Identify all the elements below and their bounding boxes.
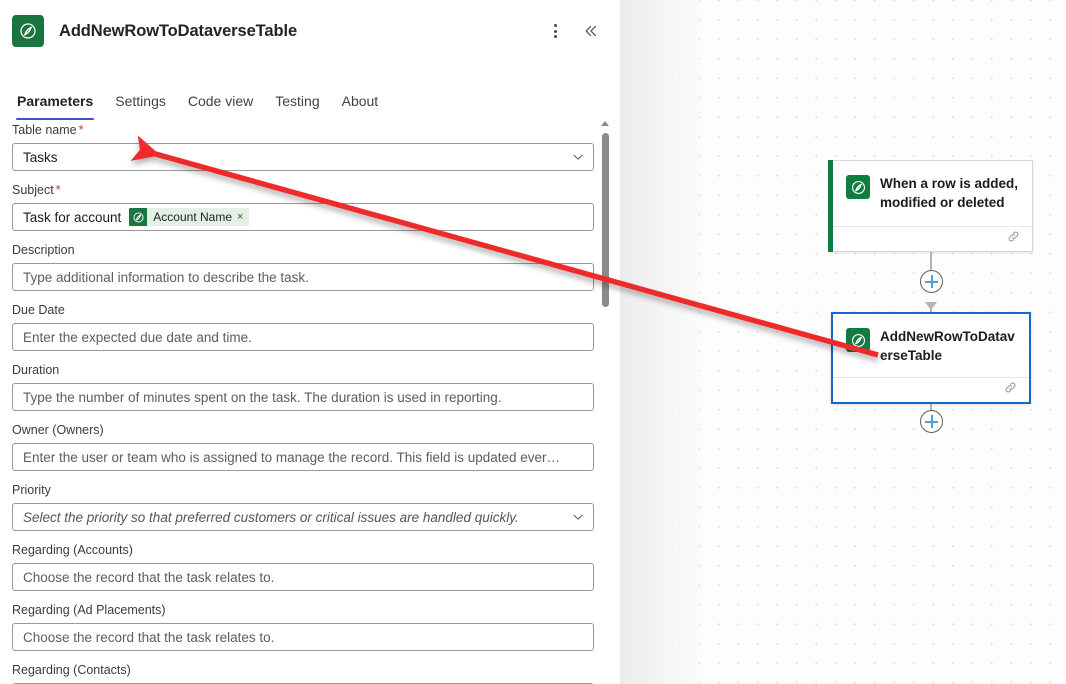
- node-body: When a row is added, modified or deleted: [833, 161, 1032, 226]
- panel-header: AddNewRowToDataverseTable: [0, 0, 620, 62]
- field-label: Description: [12, 243, 75, 257]
- dynamic-content-token[interactable]: Account Name ×: [129, 208, 250, 226]
- field-regarding-contacts: Regarding (Contacts): [12, 662, 594, 684]
- tab-code-view[interactable]: Code view: [177, 89, 264, 120]
- node-title: When a row is added, modified or deleted: [880, 176, 1019, 210]
- add-step-between-icon[interactable]: [920, 270, 943, 293]
- node-title: AddNewRowToDataverseTable: [880, 329, 1015, 363]
- flow-node-add-new-row[interactable]: AddNewRowToDataverseTable: [831, 312, 1031, 404]
- canvas-edge-shadow: [620, 0, 710, 684]
- subject-input[interactable]: Task for account Account Name ×: [12, 203, 594, 231]
- field-regarding-accounts: Regarding (Accounts) Choose the record t…: [12, 542, 594, 591]
- link-icon[interactable]: [1003, 380, 1018, 400]
- field-label: Priority: [12, 483, 51, 497]
- required-marker: *: [55, 183, 61, 197]
- scrollbar-thumb[interactable]: [601, 133, 609, 307]
- field-priority: Priority Select the priority so that pre…: [12, 482, 594, 531]
- regarding-ad-placements-input[interactable]: Choose the record that the task relates …: [12, 623, 594, 651]
- tab-testing[interactable]: Testing: [264, 89, 330, 120]
- field-label: Due Date: [12, 303, 65, 317]
- node-body: AddNewRowToDataverseTable: [833, 314, 1029, 377]
- field-table-name: Table name * Tasks: [12, 122, 594, 171]
- action-details-panel: AddNewRowToDataverseTable Parameters Set…: [0, 0, 620, 684]
- placeholder-text: Type additional information to describe …: [23, 269, 309, 285]
- field-due-date: Due Date Enter the expected due date and…: [12, 302, 594, 351]
- placeholder-text: Choose the record that the task relates …: [23, 629, 275, 645]
- field-label: Regarding (Ad Placements): [12, 603, 166, 617]
- field-duration: Duration Type the number of minutes spen…: [12, 362, 594, 411]
- dataverse-icon: [12, 15, 44, 47]
- field-label: Owner (Owners): [12, 423, 104, 437]
- field-subject: Subject * Task for account Account Name …: [12, 182, 594, 231]
- scroll-up-icon[interactable]: [601, 121, 609, 126]
- chevron-down-icon: [563, 150, 585, 164]
- table-name-value: Tasks: [23, 149, 58, 165]
- table-name-select[interactable]: Tasks: [12, 143, 594, 171]
- link-icon[interactable]: [1006, 229, 1021, 249]
- dataverse-icon: [846, 175, 870, 199]
- placeholder-text: Type the number of minutes spent on the …: [23, 389, 502, 405]
- tab-about[interactable]: About: [331, 89, 390, 120]
- more-vertical-icon[interactable]: [540, 16, 570, 46]
- flow-canvas[interactable]: When a row is added, modified or deleted: [620, 0, 1066, 684]
- field-regarding-ad-placements: Regarding (Ad Placements) Choose the rec…: [12, 602, 594, 651]
- field-label: Table name *: [12, 123, 84, 137]
- tab-settings[interactable]: Settings: [104, 89, 177, 120]
- panel-scrollbar[interactable]: [599, 118, 611, 684]
- add-step-bottom-icon[interactable]: [920, 410, 943, 433]
- field-label: Regarding (Accounts): [12, 543, 133, 557]
- placeholder-text: Choose the record that the task relates …: [23, 569, 275, 585]
- remove-token-icon[interactable]: ×: [237, 208, 249, 226]
- field-label: Subject *: [12, 183, 61, 197]
- regarding-accounts-input[interactable]: Choose the record that the task relates …: [12, 563, 594, 591]
- required-marker: *: [78, 123, 84, 137]
- field-label: Regarding (Contacts): [12, 663, 131, 677]
- panel-tabs: Parameters Settings Code view Testing Ab…: [0, 80, 620, 120]
- priority-select[interactable]: Select the priority so that preferred cu…: [12, 503, 594, 531]
- flow-node-trigger[interactable]: When a row is added, modified or deleted: [828, 160, 1033, 252]
- subject-text: Task for account: [23, 209, 122, 225]
- dataverse-icon: [129, 208, 148, 226]
- node-footer: [833, 377, 1029, 402]
- field-label: Duration: [12, 363, 60, 377]
- placeholder-text: Select the priority so that preferred cu…: [23, 509, 519, 525]
- app-root: AddNewRowToDataverseTable Parameters Set…: [0, 0, 1066, 684]
- field-description: Description Type additional information …: [12, 242, 594, 291]
- placeholder-text: Enter the expected due date and time.: [23, 329, 252, 345]
- dataverse-icon: [846, 328, 870, 352]
- chevron-double-left-icon[interactable]: [576, 16, 606, 46]
- field-owner: Owner (Owners) Enter the user or team wh…: [12, 422, 594, 471]
- description-input[interactable]: Type additional information to describe …: [12, 263, 594, 291]
- page-title: AddNewRowToDataverseTable: [59, 21, 298, 40]
- chevron-down-icon: [563, 510, 585, 524]
- token-label: Account Name: [153, 210, 232, 224]
- parameters-form: Table name * Tasks Subject * Task for acco…: [0, 122, 620, 684]
- node-footer: [833, 226, 1032, 251]
- tab-parameters[interactable]: Parameters: [6, 89, 104, 120]
- duration-input[interactable]: Type the number of minutes spent on the …: [12, 383, 594, 411]
- placeholder-text: Enter the user or team who is assigned t…: [23, 449, 561, 465]
- due-date-input[interactable]: Enter the expected due date and time.: [12, 323, 594, 351]
- flow-connector-arrow: [925, 302, 937, 310]
- owner-input[interactable]: Enter the user or team who is assigned t…: [12, 443, 594, 471]
